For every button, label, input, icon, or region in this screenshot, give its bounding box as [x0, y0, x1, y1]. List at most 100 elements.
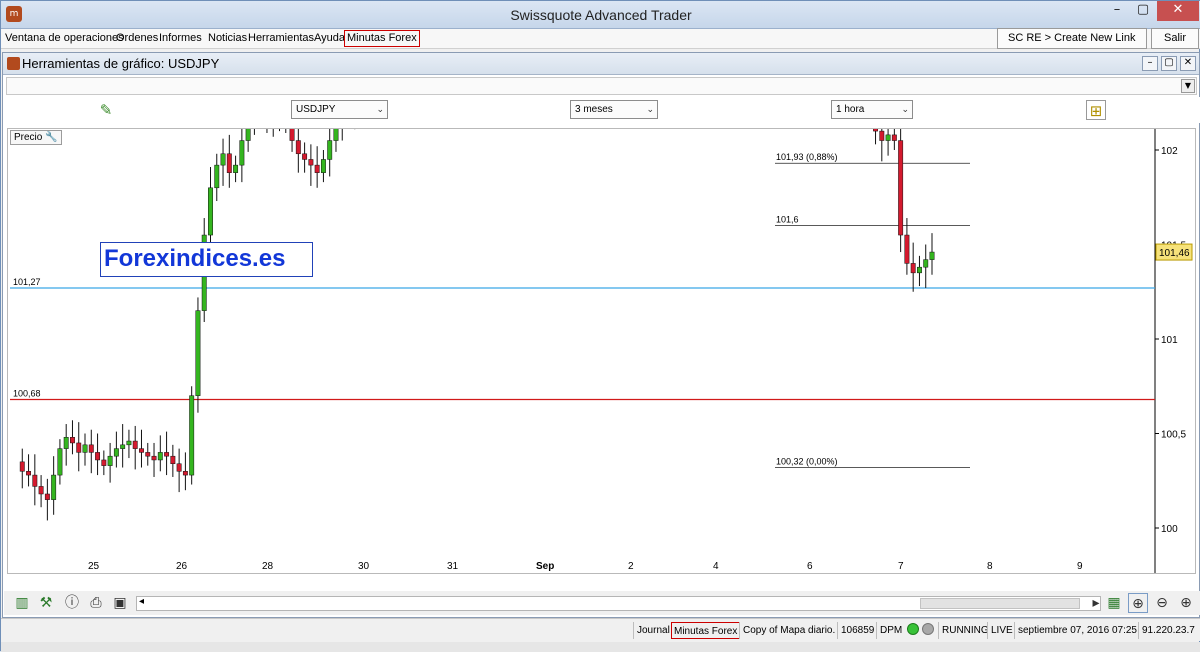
price-chart[interactable]: 103,28102,31101,27100,68102,62 (0,00%)10…	[8, 129, 1195, 573]
panel-close-icon[interactable]: ✕	[1180, 56, 1196, 71]
candle-body	[302, 153, 308, 160]
candle-body	[910, 263, 916, 274]
panel-restore-icon[interactable]: ▢	[1161, 56, 1177, 71]
candle-body	[63, 437, 69, 449]
menu-informes[interactable]: Informes	[159, 32, 202, 44]
add-chart-icon[interactable]: ⊞	[1086, 100, 1106, 120]
y-tick-label-9: 100	[1161, 524, 1178, 535]
chart-area[interactable]: 103,28102,31101,27100,68102,62 (0,00%)10…	[7, 128, 1196, 574]
symbol-select[interactable]: USDJPY ⌄	[291, 100, 388, 119]
candle-body	[164, 452, 170, 457]
zoom-out-icon[interactable]: ⊖	[1152, 593, 1172, 613]
scroll-thumb[interactable]	[920, 598, 1080, 609]
x-tick-label-7: 4	[713, 561, 719, 572]
candle-body	[151, 455, 157, 461]
candle-body	[923, 259, 929, 268]
status-running: RUNNING	[938, 622, 989, 639]
connection-gray-icon	[922, 623, 934, 635]
candle-body	[176, 463, 182, 472]
zoom-fit-icon[interactable]: ⊕	[1128, 593, 1148, 613]
candle-body	[132, 440, 138, 449]
create-new-link-button[interactable]: SC RE > Create New Link	[997, 28, 1147, 49]
close-icon[interactable]: ✕	[1157, 1, 1199, 21]
candle-body	[145, 452, 151, 457]
candle-body	[239, 140, 245, 166]
menu-ventana-operaciones[interactable]: Ventana de operaciones	[5, 32, 124, 44]
candle-body	[76, 442, 82, 453]
maximize-icon[interactable]: ▢	[1129, 1, 1157, 21]
precio-tab[interactable]: Precio 🔧	[10, 130, 62, 145]
candle-body	[139, 448, 144, 453]
candle-body	[189, 395, 195, 476]
candle-body	[233, 164, 239, 173]
candle-body	[19, 461, 25, 472]
print-icon[interactable]: ⎙	[86, 593, 106, 613]
candle-body	[873, 129, 878, 132]
candle-body	[126, 440, 132, 446]
candle-body	[120, 444, 126, 449]
chevron-down-icon[interactable]: ▼	[1181, 79, 1195, 93]
range-select[interactable]: 3 meses ⌄	[570, 100, 658, 119]
y-tick-label-8: 100,5	[1161, 430, 1186, 441]
window-title: Swissquote Advanced Trader	[510, 7, 692, 23]
panel-header[interactable]: Herramientas de gráfico: USDJPY – ▢ ✕	[3, 53, 1199, 75]
indicator-icon[interactable]: ▦	[1104, 593, 1124, 613]
candle-body	[38, 486, 44, 495]
zoom-in-icon[interactable]: ⊕	[1176, 593, 1196, 613]
candle-body	[929, 251, 935, 260]
title-bar[interactable]: m Swissquote Advanced Trader – ▢ ✕	[1, 1, 1200, 29]
minimize-icon[interactable]: –	[1103, 1, 1131, 21]
status-minutas-forex[interactable]: Minutas Forex	[671, 622, 741, 639]
horizontal-scrollbar[interactable]: ◂	[136, 596, 1101, 611]
x-tick-label-10: 8	[987, 561, 993, 572]
candle-body	[51, 474, 57, 500]
candle-body	[333, 129, 339, 141]
interval-select[interactable]: 1 hora ⌄	[831, 100, 913, 119]
x-tick-label-8: 6	[807, 561, 813, 572]
x-tick-label-2: 28	[262, 561, 274, 572]
candle-body	[195, 310, 201, 396]
y-tick-label-5: 102	[1161, 146, 1178, 157]
status-copy-mapa[interactable]: Copy of Mapa diario.	[739, 622, 835, 639]
candle-body	[113, 448, 119, 457]
candle-body	[107, 455, 113, 466]
menu-ordenes[interactable]: Ordenes	[116, 32, 158, 44]
x-tick-label-9: 7	[898, 561, 904, 572]
save-icon[interactable]: ▣	[110, 593, 130, 613]
status-journal[interactable]: Journal	[633, 622, 670, 639]
x-tick-label-5: Sep	[536, 561, 554, 572]
candle-body	[57, 448, 63, 476]
chart-tools-panel: Herramientas de gráfico: USDJPY – ▢ ✕ ▼ …	[2, 52, 1200, 618]
menu-minutas-forex[interactable]: Minutas Forex	[344, 30, 420, 47]
bottom-toolbar: ▥ ⚒ ⓘ ⎙ ▣ ◂ ▸ ▦ ⊕ ⊖ ⊕	[4, 591, 1200, 615]
current-price-label: 101,46	[1159, 248, 1190, 259]
scroll-right-icon[interactable]: ▸	[1086, 593, 1106, 613]
candle-body	[82, 444, 88, 453]
x-tick-label-0: 25	[88, 561, 100, 572]
drawing-tool-icon[interactable]: ✎	[96, 100, 116, 120]
candle-body	[88, 444, 94, 453]
wrench-icon[interactable]: 🔧	[45, 132, 57, 143]
bar-chart-icon[interactable]: ▥	[12, 593, 32, 613]
panel-title: Herramientas de gráfico: USDJPY	[22, 56, 220, 71]
candle-body	[226, 153, 232, 173]
x-tick-label-4: 31	[447, 561, 459, 572]
fib-label-1: 101,93 (0,88%)	[776, 152, 838, 162]
menu-noticias[interactable]: Noticias	[208, 32, 247, 44]
candle-body	[157, 452, 163, 461]
candle-body	[327, 140, 333, 160]
candle-body	[70, 437, 75, 444]
status-bar: Journal Minutas Forex Copy of Mapa diari…	[1, 618, 1200, 641]
trend-tool-icon[interactable]: ⚒	[36, 593, 56, 613]
candle-body	[26, 471, 31, 476]
candle-body	[170, 455, 176, 464]
menu-ayuda[interactable]: Ayuda	[314, 32, 345, 44]
interval-select-value: 1 hora	[836, 104, 865, 115]
menu-herramientas[interactable]: Herramientas	[248, 32, 314, 44]
x-tick-label-1: 26	[176, 561, 188, 572]
panel-minimize-icon[interactable]: –	[1142, 56, 1158, 71]
level-label-2: 101,27	[13, 277, 41, 287]
salir-button[interactable]: Salir	[1151, 28, 1199, 49]
info-icon[interactable]: ⓘ	[62, 593, 82, 613]
scroll-left-icon[interactable]: ◂	[139, 596, 144, 607]
